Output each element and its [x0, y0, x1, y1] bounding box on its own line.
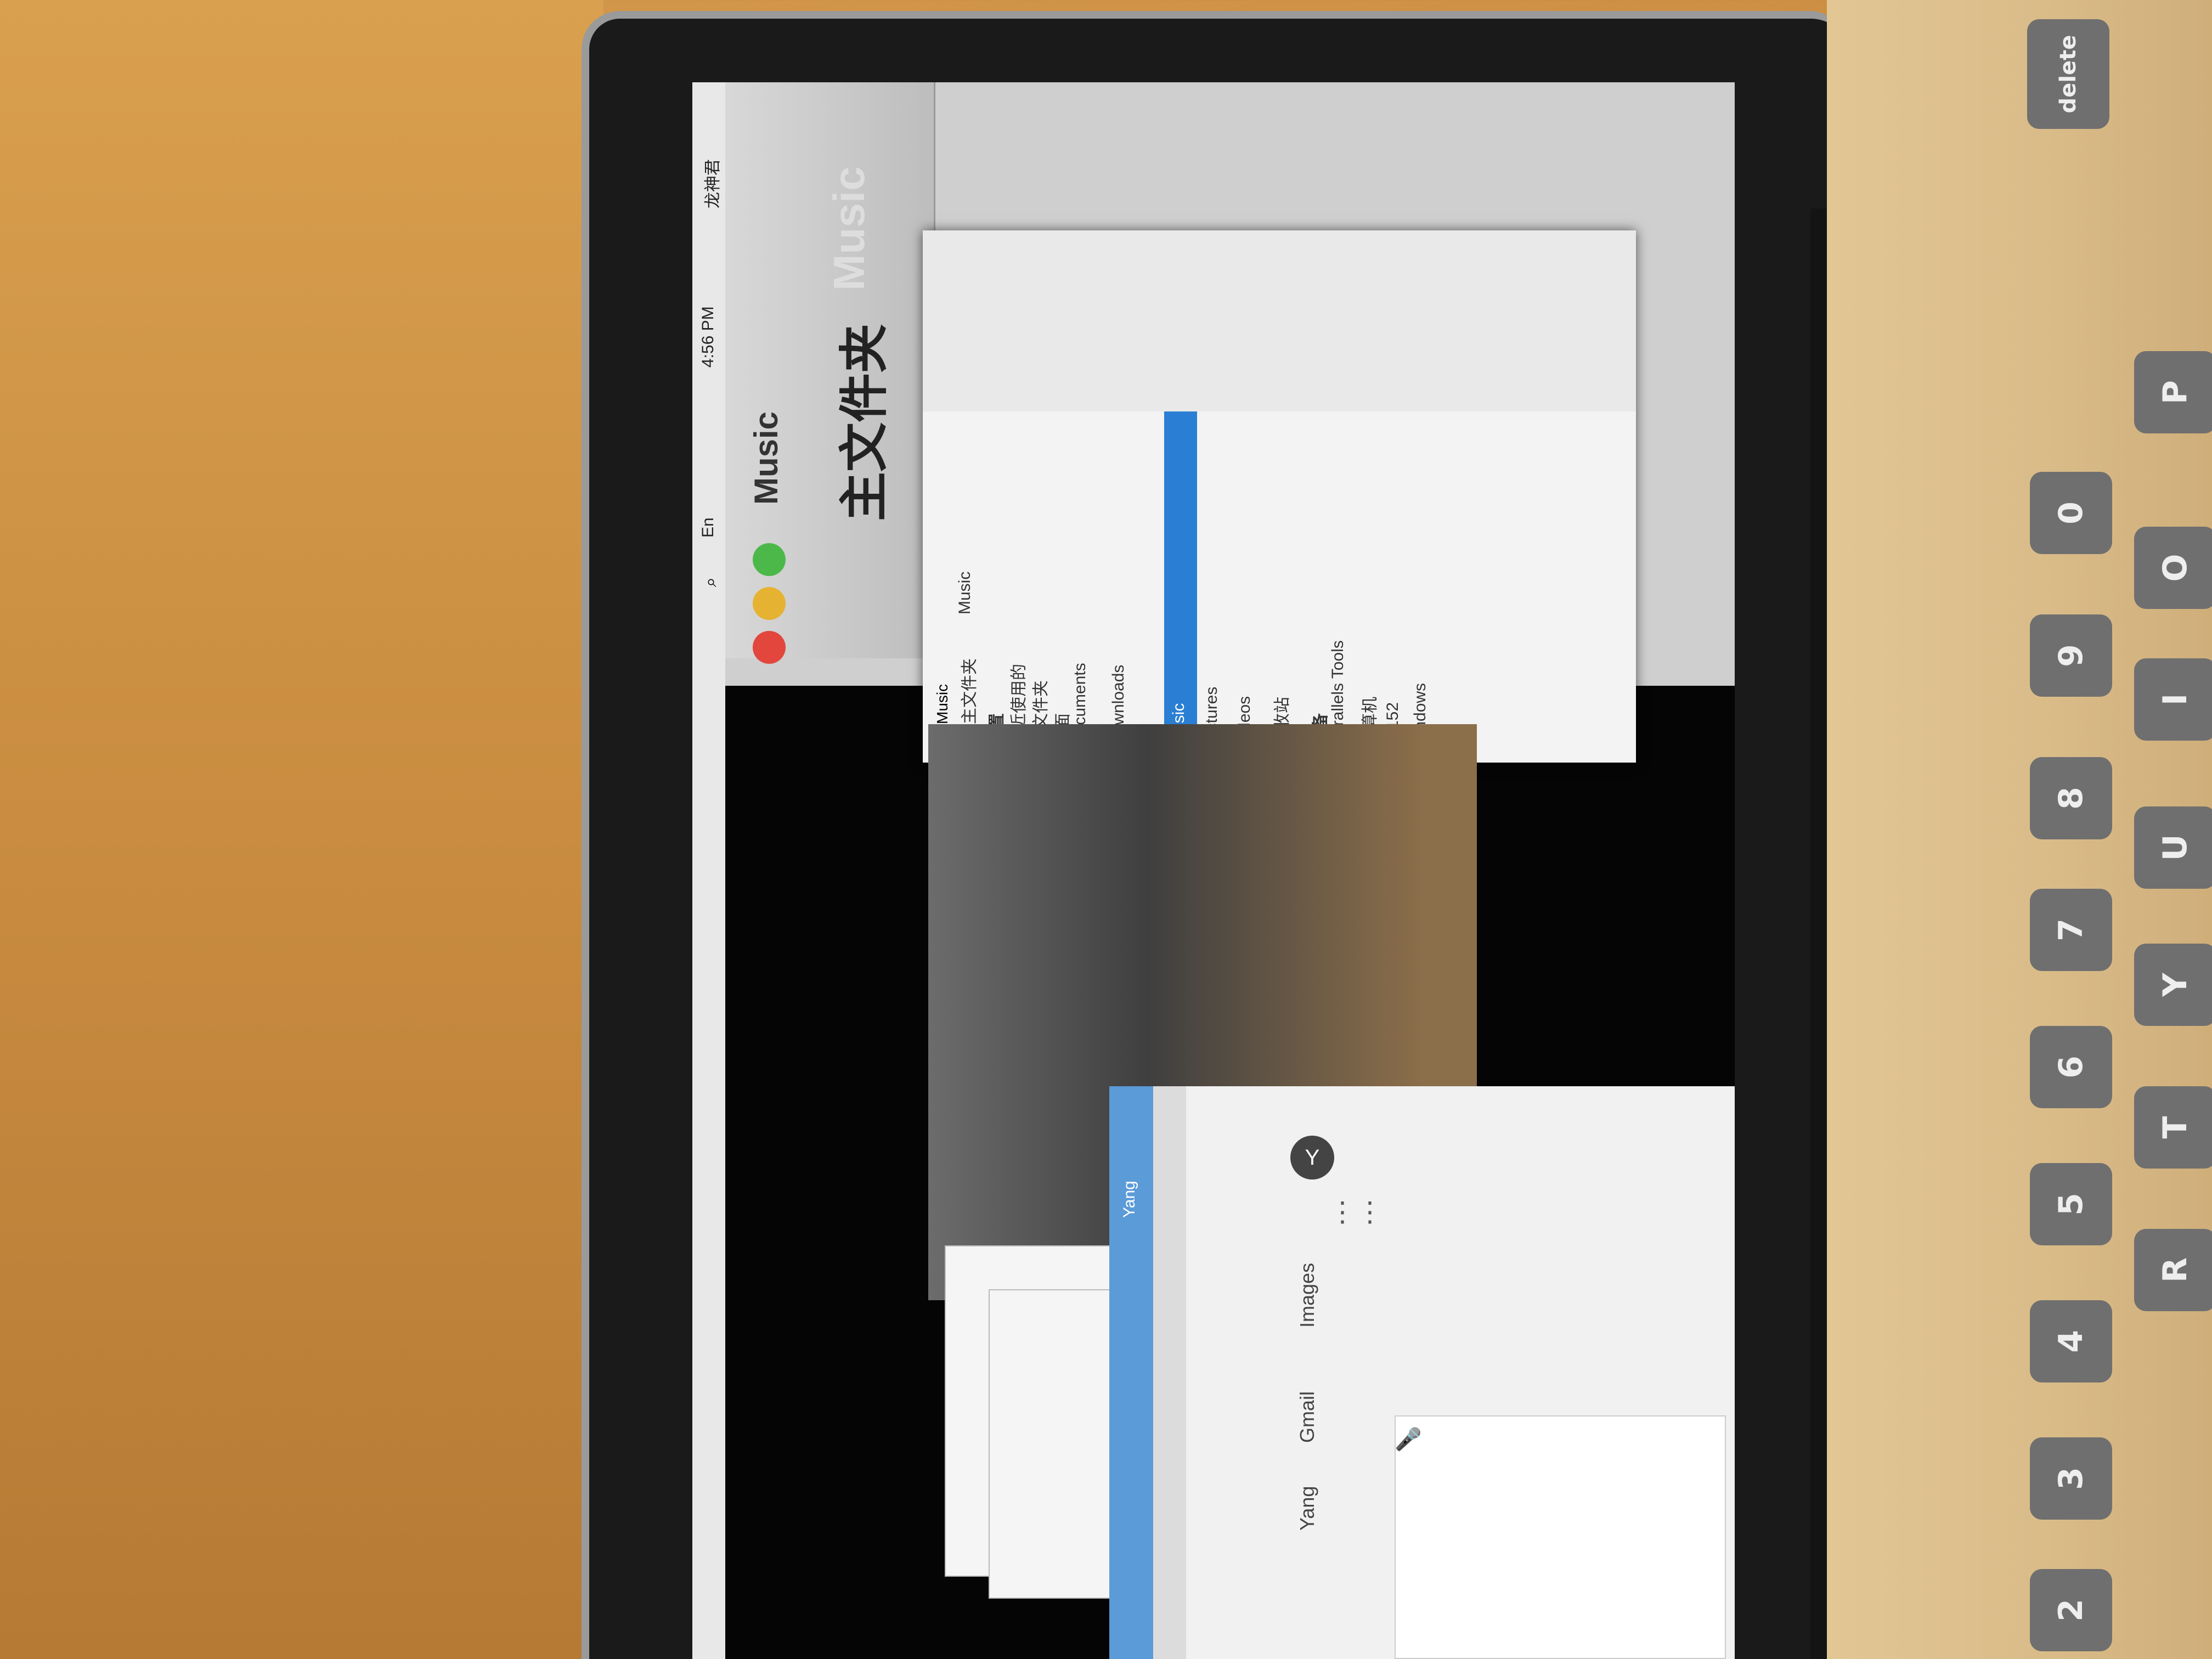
- finder-window-title: Music: [934, 684, 951, 724]
- large-breadcrumb-current[interactable]: Music: [824, 166, 874, 291]
- keyboard-key[interactable]: 9: [2030, 614, 2112, 697]
- keyboard-key[interactable]: 3: [2030, 1437, 2112, 1520]
- large-finder-toolbar: Music 主文件夹 Music: [725, 82, 935, 664]
- large-window-title: Music: [748, 411, 785, 505]
- keyboard: P O I U Y T R 0 9 8 7 6 5 4 3 2 delete: [1827, 0, 2212, 1659]
- keyboard-key[interactable]: Y: [2134, 944, 2212, 1026]
- keyboard-key[interactable]: 4: [2030, 1300, 2112, 1383]
- breadcrumb-home[interactable]: 主文件夹: [956, 658, 980, 724]
- search-icon[interactable]: ⌕: [700, 577, 721, 587]
- images-link[interactable]: Images: [1296, 1263, 1319, 1328]
- minimize-button[interactable]: [753, 587, 786, 620]
- keyboard-key[interactable]: T: [2134, 1086, 2212, 1169]
- browser-tab-label[interactable]: Yang: [1120, 1181, 1139, 1218]
- large-breadcrumb-home[interactable]: 主文件夹: [824, 324, 895, 521]
- keyboard-key[interactable]: O: [2134, 527, 2212, 609]
- laptop-screen: 龙神君 4:56 PM En ⌕ Music 主文件夹 Music Music …: [692, 82, 1735, 1659]
- input-method-indicator[interactable]: En: [699, 517, 718, 538]
- keyboard-key[interactable]: U: [2134, 806, 2212, 889]
- zoom-button[interactable]: [753, 543, 786, 576]
- keyboard-key[interactable]: P: [2134, 351, 2212, 433]
- apps-grid-icon[interactable]: ⋮⋮: [1329, 1196, 1384, 1229]
- menu-bar: 龙神君 4:56 PM En ⌕: [692, 82, 725, 1659]
- keyboard-key[interactable]: 0: [2030, 472, 2112, 554]
- browser-toolbar: [1153, 1086, 1186, 1659]
- microphone-icon[interactable]: 🎤: [1395, 1426, 1422, 1454]
- keyboard-key[interactable]: R: [2134, 1229, 2212, 1311]
- keyboard-key[interactable]: 6: [2030, 1026, 2112, 1108]
- wall-background: [0, 0, 603, 1659]
- keyboard-key[interactable]: 8: [2030, 757, 2112, 839]
- browser-window: Yang Y Images Gmail Yang ⋮⋮ 🎤: [1109, 1086, 1735, 1659]
- keyboard-key-delete[interactable]: delete: [2027, 19, 2109, 129]
- keyboard-key[interactable]: I: [2134, 658, 2212, 741]
- close-button[interactable]: [753, 631, 786, 664]
- menu-bar-app-name: 龙神君: [704, 159, 722, 208]
- keyboard-key[interactable]: 5: [2030, 1163, 2112, 1245]
- browser-tab-strip: [1109, 1086, 1153, 1659]
- finder-sidebar: Music 主文件夹 Music 位置 最近使用的 主文件夹 桌面 Docume…: [923, 230, 1636, 746]
- keyboard-key[interactable]: 2: [2030, 1569, 2112, 1651]
- finder-window: Music 主文件夹 Music 位置 最近使用的 主文件夹 桌面 Docume…: [923, 230, 1636, 763]
- search-box[interactable]: [1395, 1415, 1726, 1659]
- menu-bar-clock: 4:56 PM: [699, 306, 717, 368]
- keyboard-key[interactable]: 7: [2030, 889, 2112, 971]
- breadcrumb-current[interactable]: Music: [956, 572, 974, 614]
- user-name-link[interactable]: Yang: [1296, 1486, 1319, 1531]
- account-avatar[interactable]: Y: [1290, 1136, 1334, 1180]
- gmail-link[interactable]: Gmail: [1296, 1391, 1319, 1443]
